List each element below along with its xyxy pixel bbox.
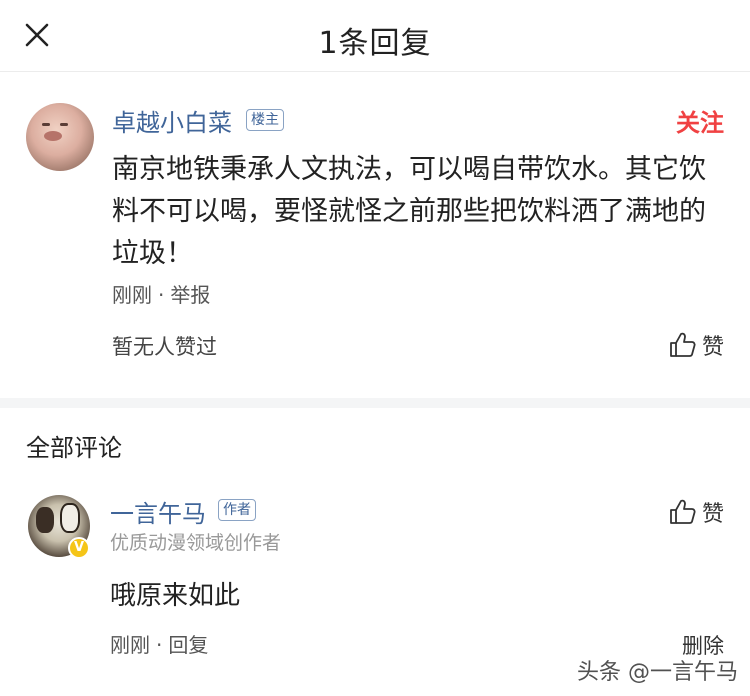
reply-link[interactable]: 回复 <box>168 633 208 657</box>
page-title: 1条回复 <box>318 26 432 61</box>
thumbs-up-icon <box>670 332 696 357</box>
meta-separator: · <box>156 633 163 657</box>
meta-separator: · <box>158 283 165 307</box>
thumbs-up-icon <box>670 499 696 524</box>
avatar-detail <box>60 123 68 126</box>
verified-badge: V <box>68 537 90 559</box>
watermark: 头条 @一言午马 <box>577 660 738 685</box>
like-label: 赞 <box>701 335 724 360</box>
comment-username[interactable]: 一言午马 <box>110 494 206 529</box>
no-likes-text: 暂无人赞过 <box>112 335 217 359</box>
owner-badge: 楼主 <box>246 109 284 131</box>
post-like-button[interactable]: 赞 <box>668 329 724 361</box>
all-comments-heading: 全部评论 <box>26 434 122 462</box>
section-divider <box>0 398 750 408</box>
avatar-detail <box>44 131 62 141</box>
comment-meta: 刚刚 · 回复 <box>110 629 208 658</box>
avatar-detail <box>60 503 80 533</box>
header-bar: 1条回复 <box>0 0 750 72</box>
avatar-detail <box>42 123 50 126</box>
comment-time: 刚刚 <box>110 633 150 657</box>
original-comment: 卓越小白菜 楼主 关注 南京地铁秉承人文执法，可以喝自带饮水。其它饮料不可以喝，… <box>0 73 750 398</box>
like-label: 赞 <box>701 502 724 527</box>
follow-button[interactable]: 关注 <box>676 103 724 138</box>
author-description: 优质动漫领域创作者 <box>110 532 282 554</box>
post-time: 刚刚 <box>112 283 152 307</box>
report-link[interactable]: 举报 <box>170 283 210 307</box>
avatar[interactable] <box>26 103 94 171</box>
avatar-detail <box>36 507 54 533</box>
comment-text: 哦原来如此 <box>110 581 241 611</box>
post-meta: 刚刚 · 举报 <box>112 279 210 308</box>
comment-like-button[interactable]: 赞 <box>668 496 724 528</box>
author-badge: 作者 <box>218 499 256 521</box>
post-username[interactable]: 卓越小白菜 <box>112 103 232 138</box>
post-text: 南京地铁秉承人文执法，可以喝自带饮水。其它饮料不可以喝，要怪就怪之前那些把饮料洒… <box>112 154 706 269</box>
reply-page: 1条回复 卓越小白菜 楼主 关注 南京地铁秉承人文执法，可以喝自带饮水。其它饮料… <box>0 0 750 696</box>
